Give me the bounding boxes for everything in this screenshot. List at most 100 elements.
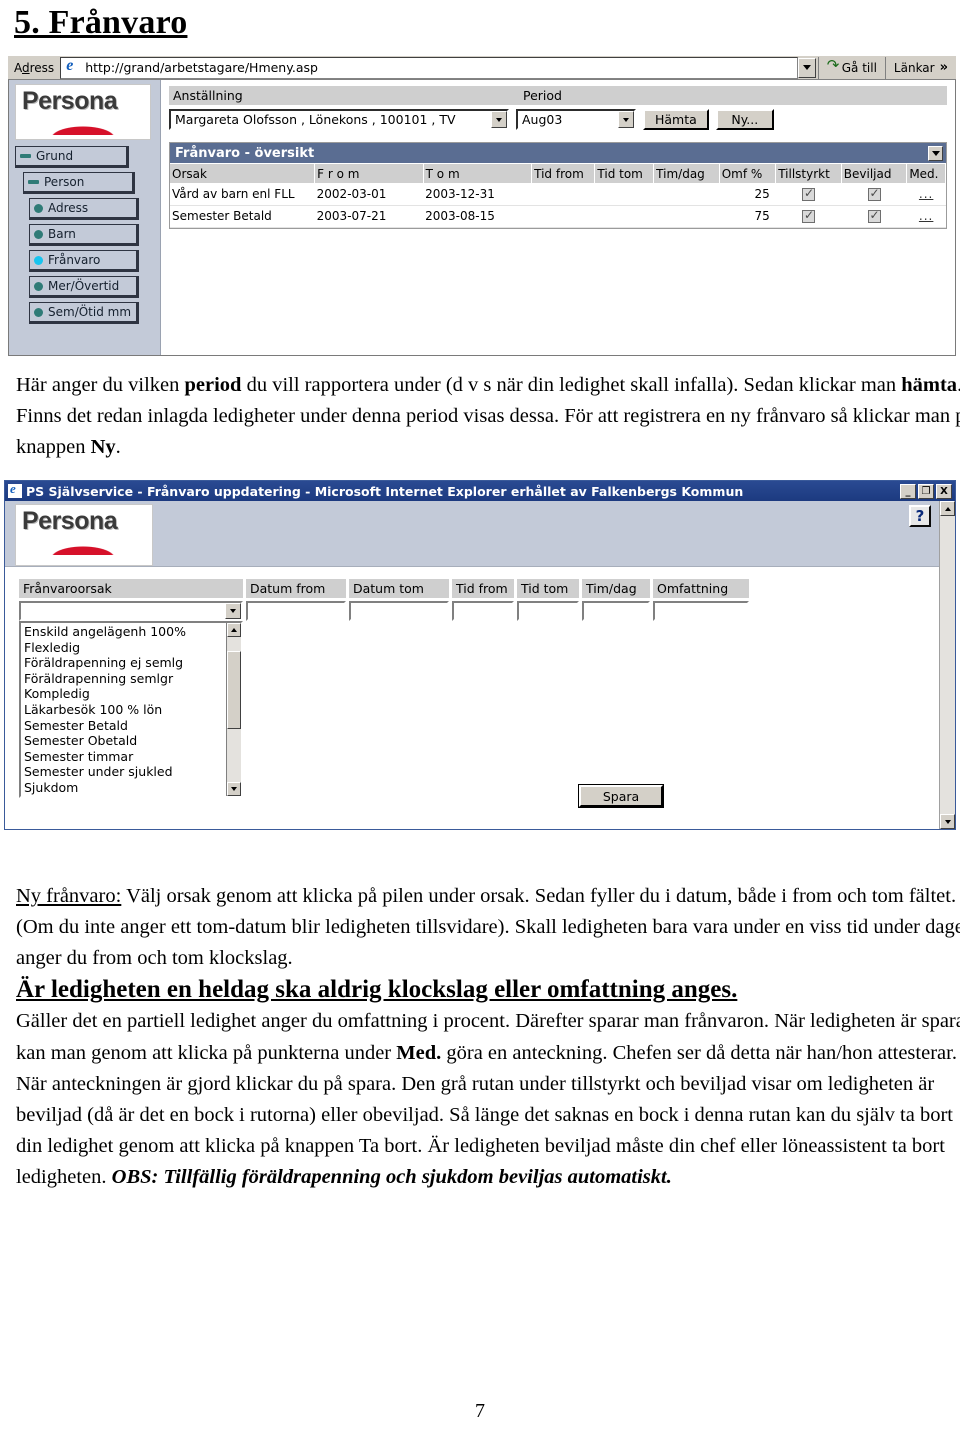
address-history-dropdown-button[interactable]	[797, 57, 816, 78]
cell-omf: 25	[719, 183, 776, 206]
form-header-row: Frånvaroorsak Datum from Datum tom Tid f…	[19, 579, 939, 598]
col-header-omfattning: Omfattning	[653, 579, 749, 598]
col-header-tid-from: Tid from	[531, 164, 596, 183]
scroll-up-button[interactable]	[227, 623, 241, 637]
dropdown-scrollbar[interactable]	[226, 623, 241, 796]
persona-logo-text: Persona	[22, 87, 118, 115]
address-url-text: http://grand/arbetstagare/Hmeny.asp	[85, 60, 318, 75]
col-header-tid-tom: Tid tom	[594, 164, 655, 183]
chevron-down-icon	[802, 65, 811, 70]
list-item[interactable]: Sjukdom	[24, 780, 226, 796]
cell-med[interactable]: ...	[906, 205, 946, 228]
tim-dag-input[interactable]	[582, 601, 650, 621]
browser2-page: Persona ? Frånvaroorsak Datum from Datum…	[5, 501, 939, 829]
scroll-up-button[interactable]	[940, 501, 955, 516]
list-item[interactable]: Semester Betald	[24, 718, 226, 734]
tid-tom-input[interactable]	[517, 601, 579, 621]
sidebar-item-label: Barn	[48, 227, 76, 241]
checkmark-icon	[867, 186, 881, 201]
tid-from-input[interactable]	[452, 601, 514, 621]
franvaro-entry-form: Frånvaroorsak Datum from Datum tom Tid f…	[5, 567, 939, 827]
list-item[interactable]: Semester timmar	[24, 749, 226, 765]
table-row[interactable]: Semester Betald 2003-07-21 2003-08-15 75…	[170, 205, 946, 228]
col-header-tid-tom: Tid tom	[517, 579, 579, 598]
chevron-up-icon	[944, 506, 951, 511]
scrollbar-thumb[interactable]	[227, 651, 241, 729]
scrollbar-track[interactable]	[940, 516, 955, 814]
scroll-down-button[interactable]	[227, 781, 241, 796]
cell-tom: 2003-12-31	[423, 183, 532, 206]
period-select[interactable]: Aug03	[516, 109, 636, 130]
sidebar-item-adress[interactable]: Adress	[29, 198, 139, 220]
datum-tom-input[interactable]	[349, 601, 449, 621]
close-button[interactable]: X	[936, 483, 952, 499]
table-row[interactable]: Vård av barn enl FLL 2002-03-01 2003-12-…	[170, 183, 946, 206]
bullet-icon	[34, 229, 43, 239]
cell-tim-dag	[653, 183, 720, 206]
go-arrow-icon	[827, 56, 840, 74]
cell-tillstyrkt	[775, 205, 842, 228]
links-button-label: Länkar	[893, 60, 935, 75]
chevron-down-icon[interactable]	[491, 111, 507, 128]
sidebar-item-grund[interactable]: Grund	[15, 146, 129, 168]
sidebar-item-mer-overtid[interactable]: Mer/Övertid	[29, 276, 139, 298]
anstallning-select[interactable]: Margareta Olofsson , Lönekons , 100101 ,…	[169, 109, 509, 130]
col-header-datum-from: Datum from	[246, 579, 346, 598]
list-item[interactable]: Flexledig	[24, 640, 226, 656]
franvaroorsak-dropdown-list[interactable]: Enskild angelägenh 100% Flexledig Föräld…	[19, 621, 243, 798]
browser-content: Persona Grund Person Adress Barn Frånvar…	[8, 80, 956, 356]
datum-from-input[interactable]	[246, 601, 346, 621]
omfattning-input[interactable]	[653, 601, 749, 621]
list-item[interactable]: Läkarbesök 100 % lön	[24, 702, 226, 718]
bullet-icon	[34, 281, 43, 291]
sidebar-item-barn[interactable]: Barn	[29, 224, 139, 246]
go-button[interactable]: Gå till	[817, 56, 885, 79]
chevron-up-icon	[231, 628, 237, 632]
hamta-button[interactable]: Hämta	[643, 109, 709, 130]
sidebar-item-sem-otid[interactable]: Sem/Ötid mm	[29, 302, 139, 324]
page-scrollbar[interactable]	[939, 501, 955, 829]
minimize-button[interactable]: _	[900, 483, 916, 499]
p2-lead: Ny frånvaro:	[16, 885, 122, 907]
form-inputs-row: Margareta Olofsson , Lönekons , 100101 ,…	[169, 109, 947, 130]
scroll-down-button[interactable]	[940, 814, 955, 829]
list-item[interactable]: Semester Obetald	[24, 733, 226, 749]
dash-marker-icon	[28, 180, 39, 184]
chevron-down-icon[interactable]	[225, 603, 241, 619]
collapse-button[interactable]	[928, 145, 943, 161]
col-header-omf: Omf %	[719, 164, 777, 183]
cell-med[interactable]: ...	[906, 183, 946, 206]
p2-bold-med: Med.	[396, 1041, 442, 1064]
med-dots-link[interactable]: ...	[919, 209, 933, 223]
chevron-down-icon	[231, 786, 237, 791]
spara-button[interactable]: Spara	[579, 785, 663, 807]
list-item[interactable]: Semester under sjukled	[24, 764, 226, 780]
sidebar-item-franvaro[interactable]: Frånvaro	[29, 250, 139, 272]
maximize-button[interactable]: ❐	[918, 483, 934, 499]
list-item[interactable]: Föräldrapenning ej semlg	[24, 655, 226, 671]
persona-swoosh-icon	[20, 539, 146, 555]
list-item[interactable]: Kompledig	[24, 686, 226, 702]
med-dots-link[interactable]: ...	[919, 187, 933, 201]
table-header-row: Orsak F r o m T o m Tid from Tid tom Tim…	[170, 164, 946, 183]
p2-text2: Gäller det en partiell ledighet anger du…	[16, 1010, 770, 1033]
window-controls: _ ❐ X	[900, 483, 955, 499]
list-item[interactable]: Enskild angelägenh 100%	[24, 624, 226, 640]
help-button[interactable]: ?	[909, 505, 931, 527]
sidebar-item-person[interactable]: Person	[23, 172, 135, 194]
col-header-orsak: Orsak	[170, 164, 316, 183]
scrollbar-track[interactable]	[227, 637, 241, 782]
p1-bold-period: period	[184, 374, 242, 396]
cell-from: 2002-03-01	[314, 183, 424, 206]
list-item[interactable]: Föräldrapenning semlgr	[24, 671, 226, 687]
cell-tillstyrkt	[775, 183, 842, 206]
chevron-down-icon[interactable]	[618, 111, 634, 128]
franvaroorsak-select[interactable]	[19, 601, 243, 621]
ny-button[interactable]: Ny...	[715, 109, 774, 130]
address-input[interactable]: http://grand/arbetstagare/Hmeny.asp	[60, 56, 798, 79]
col-header-datum-tom: Datum tom	[349, 579, 449, 598]
links-button[interactable]: Länkar »	[884, 56, 956, 79]
cell-tid-tom	[594, 205, 654, 228]
sidebar-item-label: Frånvaro	[48, 253, 101, 267]
col-header-beviljad: Beviljad	[841, 164, 908, 183]
